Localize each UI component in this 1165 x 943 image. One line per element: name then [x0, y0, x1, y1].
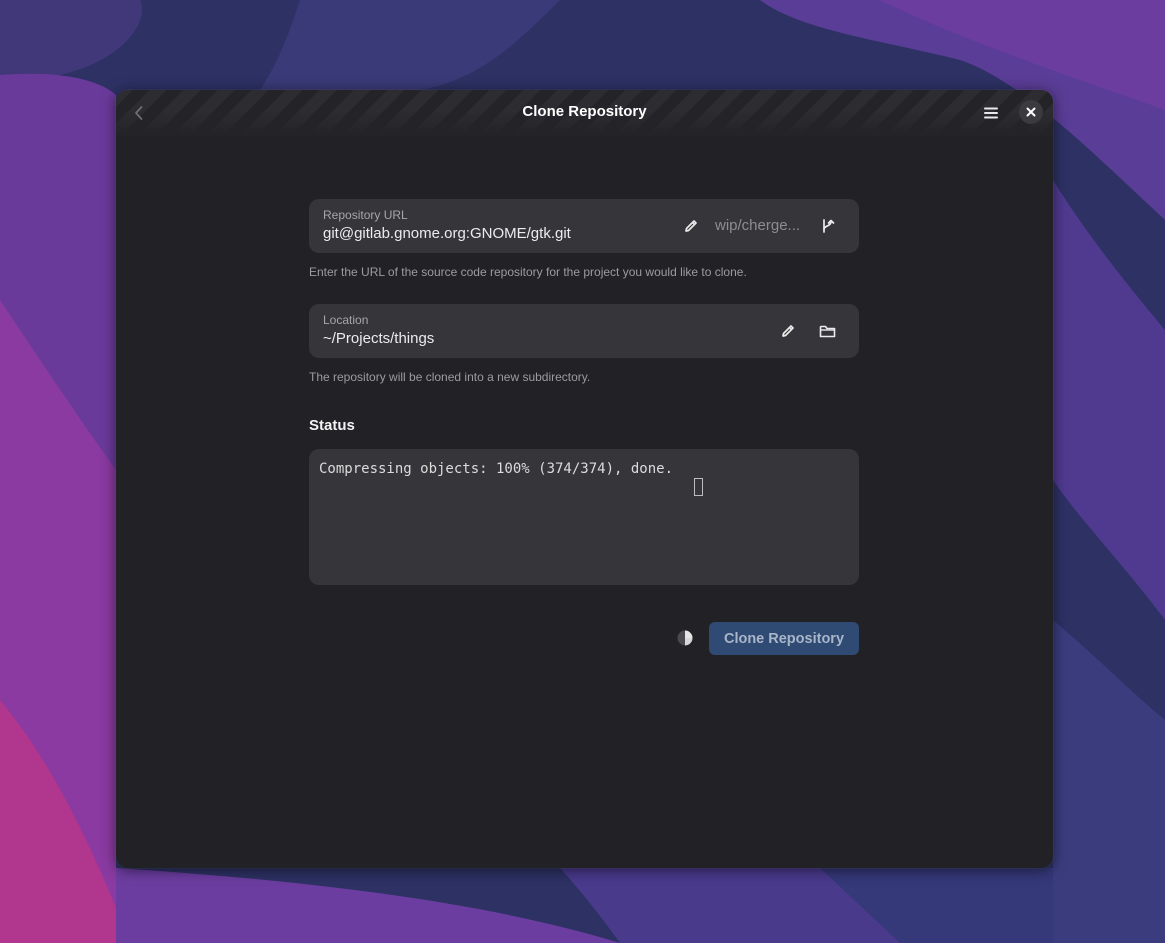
branch-icon	[823, 219, 835, 233]
main-menu-button[interactable]	[980, 102, 1002, 124]
progress-spinner-icon	[677, 630, 693, 646]
location-row[interactable]: Location ~/Projects/things	[309, 304, 859, 358]
choose-folder-button[interactable]	[817, 321, 837, 341]
edit-repository-url-button[interactable]	[681, 216, 701, 236]
pencil-icon	[782, 325, 794, 337]
headerbar: Clone Repository	[116, 90, 1053, 136]
branch-selector[interactable]: wip/cherge...	[715, 217, 807, 234]
edit-location-button[interactable]	[778, 321, 798, 341]
hamburger-menu-icon	[984, 107, 998, 119]
location-label: Location	[323, 313, 369, 327]
window-title: Clone Repository	[522, 103, 647, 120]
repository-url-field[interactable]: git@gitlab.gnome.org:GNOME/gtk.git	[323, 225, 571, 242]
branch-button[interactable]	[818, 216, 838, 236]
folder-icon	[819, 325, 835, 337]
status-terminal[interactable]: Compressing objects: 100% (374/374), don…	[309, 449, 859, 585]
close-button[interactable]	[1019, 100, 1043, 124]
pencil-icon	[685, 220, 697, 232]
status-heading: Status	[309, 417, 355, 434]
repository-url-hint: Enter the URL of the source code reposit…	[309, 265, 747, 279]
clone-repository-window: Clone Repository Repository URL git@gitl…	[116, 90, 1053, 868]
location-field[interactable]: ~/Projects/things	[323, 330, 434, 347]
repository-url-label: Repository URL	[323, 208, 408, 222]
location-hint: The repository will be cloned into a new…	[309, 370, 591, 384]
terminal-output: Compressing objects: 100% (374/374), don…	[319, 461, 674, 477]
clone-repository-button[interactable]: Clone Repository	[709, 622, 859, 655]
repository-url-row[interactable]: Repository URL git@gitlab.gnome.org:GNOM…	[309, 199, 859, 253]
close-icon	[1026, 107, 1036, 117]
terminal-cursor	[694, 478, 703, 496]
